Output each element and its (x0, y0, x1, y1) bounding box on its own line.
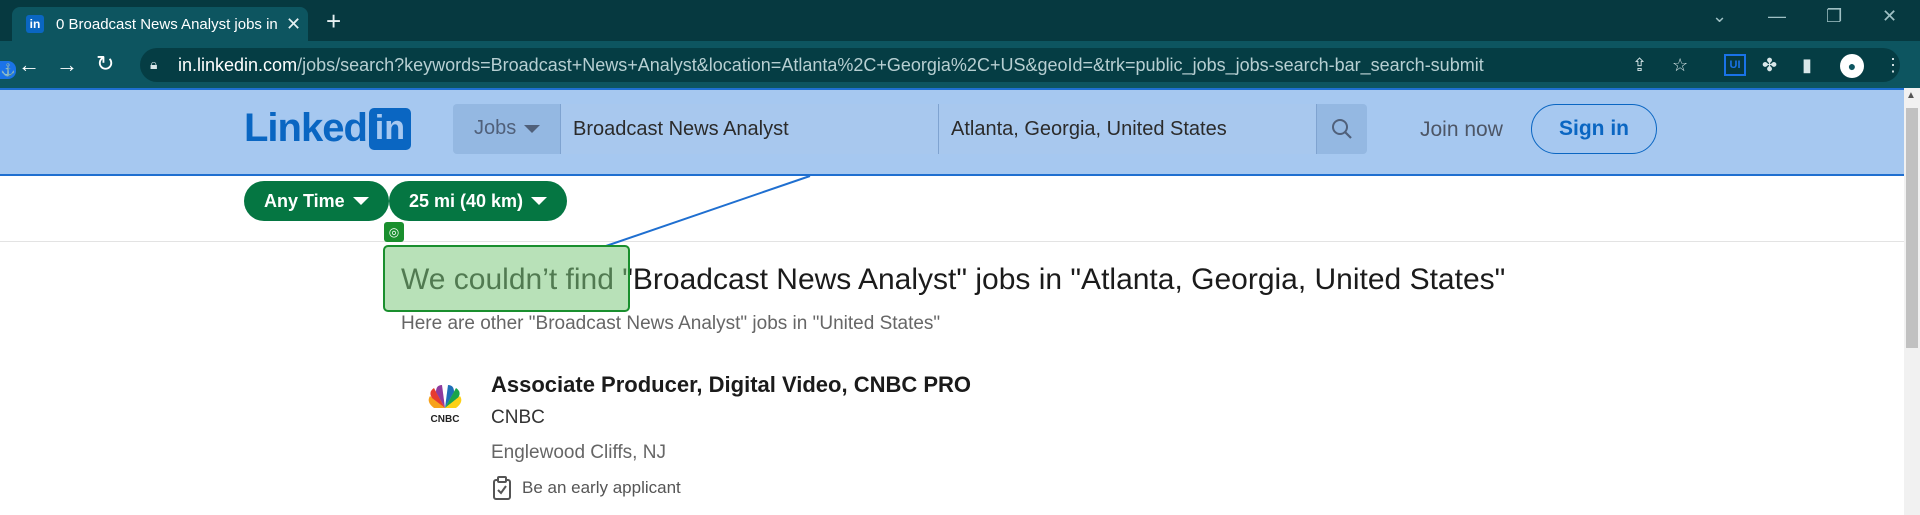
annotation-connector (605, 175, 811, 247)
svg-text:CNBC: CNBC (431, 414, 460, 425)
clipboard-check-icon (493, 476, 511, 500)
alternative-results-subheading: Here are other "Broadcast News Analyst" … (401, 313, 941, 334)
target-icon: ◎ (384, 222, 404, 242)
scrollbar-thumb[interactable] (1906, 108, 1918, 348)
job-title-link[interactable]: Associate Producer, Digital Video, CNBC … (491, 372, 971, 398)
cnbc-logo-icon[interactable]: CNBC (420, 382, 470, 426)
company-name[interactable]: CNBC (491, 407, 545, 429)
highlight-box (383, 245, 630, 312)
early-applicant-badge: Be an early applicant (492, 476, 681, 500)
job-location: Englewood Cliffs, NJ (491, 442, 666, 463)
scroll-up-arrow-icon[interactable]: ▲ (1906, 90, 1916, 101)
